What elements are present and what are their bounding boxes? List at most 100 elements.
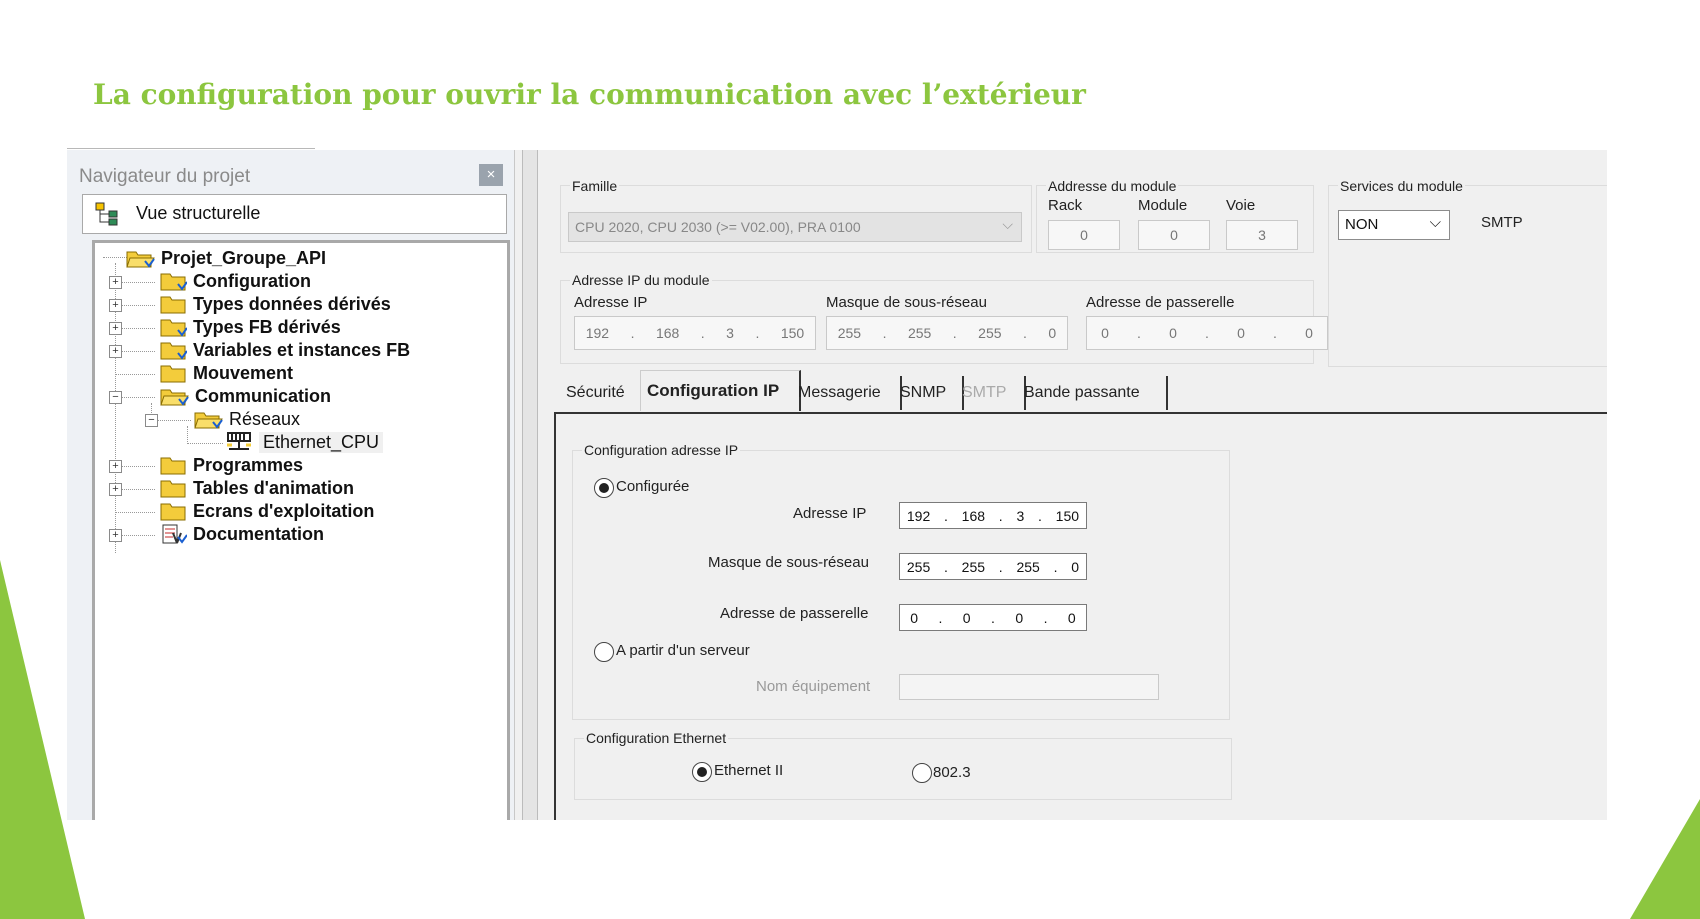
tree-item-derived-data-types[interactable]: Types données dérivés xyxy=(159,293,391,315)
expand-icon[interactable]: + xyxy=(109,345,122,358)
folder-icon xyxy=(160,480,186,498)
tree-connector xyxy=(115,512,155,513)
module-address-label: Addresse du module xyxy=(1046,178,1179,194)
structural-view-selector[interactable]: Vue structurelle xyxy=(82,194,507,234)
pane-splitter[interactable] xyxy=(522,150,538,820)
tree-item-configuration[interactable]: Configuration xyxy=(159,270,311,292)
mask-octet: 0 xyxy=(1048,325,1057,341)
expand-icon[interactable]: + xyxy=(109,460,122,473)
expand-icon[interactable]: + xyxy=(109,299,122,312)
mask-octet: 255 xyxy=(961,558,986,575)
device-name-label: Nom équipement xyxy=(756,678,871,695)
tree-item-networks[interactable]: Réseaux xyxy=(193,408,300,430)
project-tree: + + + + − − + + + Projet_Groupe_API Conf… xyxy=(92,240,510,820)
tab-snmp[interactable]: SNMP xyxy=(894,376,964,410)
documentation-icon xyxy=(162,524,187,544)
close-icon[interactable]: × xyxy=(479,164,503,186)
expand-icon[interactable]: + xyxy=(109,276,122,289)
device-name-input[interactable] xyxy=(899,674,1159,700)
gateway-input[interactable]: 0.0.0.0 xyxy=(899,604,1087,631)
folder-open-icon xyxy=(194,412,223,429)
tree-label: Ecrans d'exploitation xyxy=(193,500,375,521)
module-mask-field[interactable]: 255. 255. 255. 0 xyxy=(826,316,1068,350)
tab-messaging[interactable]: Messagerie xyxy=(792,376,902,410)
rack-field[interactable]: 0 xyxy=(1048,220,1120,250)
from-server-radio[interactable] xyxy=(594,642,614,662)
ip-address-input[interactable]: 192. 168. 3. 150 xyxy=(899,502,1087,529)
ip-address-config-label: Configuration adresse IP xyxy=(582,442,741,458)
tree-item-derived-fb-types[interactable]: Types FB dérivés xyxy=(159,316,341,338)
tree-connector xyxy=(187,443,223,444)
folder-icon xyxy=(160,319,187,337)
module-ip-field[interactable]: 192. 168. 3. 150 xyxy=(574,316,816,350)
gateway-octet: 0 xyxy=(1101,325,1109,341)
collapse-icon[interactable]: − xyxy=(109,391,122,404)
subnet-mask-input[interactable]: 255. 255. 255. 0 xyxy=(899,553,1087,580)
family-select[interactable]: CPU 2020, CPU 2030 (>= V02.00), PRA 0100… xyxy=(568,212,1022,242)
folder-open-icon xyxy=(126,251,155,268)
tree-item-motion[interactable]: Mouvement xyxy=(159,362,293,384)
ieee-802-3-radio[interactable] xyxy=(912,763,932,783)
mask-octet: 255 xyxy=(978,325,1002,341)
ip-octet: 150 xyxy=(1055,507,1080,524)
expand-icon[interactable]: + xyxy=(109,322,122,335)
collapse-icon[interactable]: − xyxy=(145,414,158,427)
tree-item-communication[interactable]: Communication xyxy=(159,385,331,407)
family-label: Famille xyxy=(570,178,620,194)
gateway-octet: 0 xyxy=(910,609,919,626)
services-label: Services du module xyxy=(1338,178,1465,194)
services-dropdown[interactable]: NON ⌵ xyxy=(1338,210,1450,240)
voie-field[interactable]: 3 xyxy=(1226,220,1298,250)
tree-label: Documentation xyxy=(193,523,325,544)
tree-item-variables[interactable]: Variables et instances FB xyxy=(159,339,410,361)
configured-radio[interactable] xyxy=(594,478,614,498)
tree-label: Programmes xyxy=(193,454,304,475)
tree-label: Projet_Groupe_API xyxy=(161,247,327,268)
software-screenshot: Navigateur du projet × Vue structurelle xyxy=(67,150,1607,820)
tree-item-project[interactable]: Projet_Groupe_API xyxy=(125,247,326,269)
ip-octet: 150 xyxy=(780,325,805,341)
gateway-label: Adresse de passerelle xyxy=(720,605,869,622)
tab-bandwidth[interactable]: Bande passante xyxy=(1018,376,1168,410)
module-config-panel: Famille CPU 2020, CPU 2030 (>= V02.00), … xyxy=(542,150,1607,820)
gateway-octet: 0 xyxy=(1237,325,1245,341)
tree-item-operator-screens[interactable]: Ecrans d'exploitation xyxy=(159,500,374,522)
tab-smtp[interactable]: SMTP xyxy=(956,376,1026,410)
from-server-label: A partir d'un serveur xyxy=(616,642,750,659)
module-field[interactable]: 0 xyxy=(1138,220,1210,250)
expand-icon[interactable]: + xyxy=(109,529,122,542)
tree-label: Tables d'animation xyxy=(193,477,354,498)
expand-icon[interactable]: + xyxy=(109,483,122,496)
network-icon xyxy=(227,432,251,450)
tree-label: Types données dérivés xyxy=(193,293,391,314)
module-label: Module xyxy=(1138,197,1188,214)
ip-octet: 192 xyxy=(906,507,931,524)
folder-icon xyxy=(160,296,186,314)
gateway-octet: 0 xyxy=(1169,325,1177,341)
tree-connector xyxy=(103,257,127,258)
ethernet-ii-radio[interactable] xyxy=(692,762,712,782)
ip-octet: 192 xyxy=(585,325,610,341)
folder-icon xyxy=(160,342,187,360)
tab-security[interactable]: Sécurité xyxy=(560,376,648,410)
tree-label: Configuration xyxy=(193,270,311,291)
decorative-green-wedge-right xyxy=(1630,799,1700,919)
tree-item-animation-tables[interactable]: Tables d'animation xyxy=(159,477,354,499)
tree-item-programs[interactable]: Programmes xyxy=(159,454,303,476)
voie-label: Voie xyxy=(1226,197,1256,214)
tree-connector xyxy=(115,374,155,375)
tab-ip-configuration[interactable]: Configuration IP xyxy=(640,370,801,411)
tree-connector xyxy=(187,426,188,444)
module-mask-label: Masque de sous-réseau xyxy=(826,294,987,311)
tree-item-ethernet-cpu[interactable]: Ethernet_CPU xyxy=(225,431,384,453)
ip-octet: 3 xyxy=(726,325,734,341)
gateway-octet: 0 xyxy=(1067,609,1076,626)
gateway-octet: 0 xyxy=(1015,609,1024,626)
folder-icon xyxy=(160,273,187,291)
ip-octet: 168 xyxy=(961,507,986,524)
project-navigator: Navigateur du projet × Vue structurelle xyxy=(67,150,515,820)
gateway-octet: 0 xyxy=(962,609,971,626)
ethernet-config-group xyxy=(574,738,1232,800)
tree-item-documentation[interactable]: Documentation xyxy=(159,523,324,545)
module-gateway-field[interactable]: 0.0.0.0 xyxy=(1086,316,1328,350)
